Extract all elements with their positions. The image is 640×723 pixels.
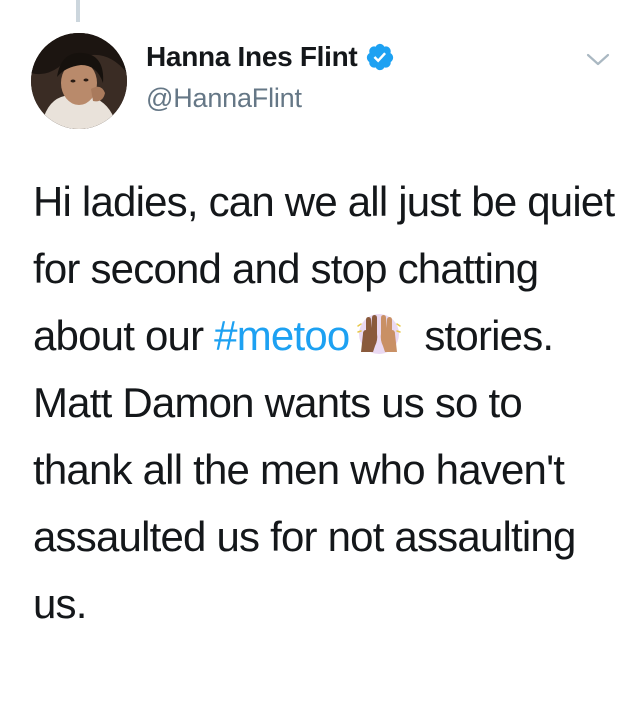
tweet-text: Hi ladies, can we all just be quiet for …	[33, 168, 623, 637]
author-handle[interactable]: @HannaFlint	[146, 82, 302, 114]
tweet-text-part2: stories. Matt Damon wants us so to thank…	[33, 312, 576, 627]
thread-connector-line	[76, 0, 80, 22]
verified-badge-icon	[367, 43, 394, 71]
author-name-row[interactable]: Hanna Ines Flint	[146, 40, 395, 74]
avatar[interactable]	[31, 33, 127, 129]
chevron-down-icon[interactable]	[584, 50, 612, 70]
profile-photo-icon	[31, 33, 127, 129]
hashtag-link[interactable]: #metoo	[214, 312, 350, 359]
display-name[interactable]: Hanna Ines Flint	[146, 40, 358, 74]
raised-hands-emoji-icon	[357, 314, 402, 354]
